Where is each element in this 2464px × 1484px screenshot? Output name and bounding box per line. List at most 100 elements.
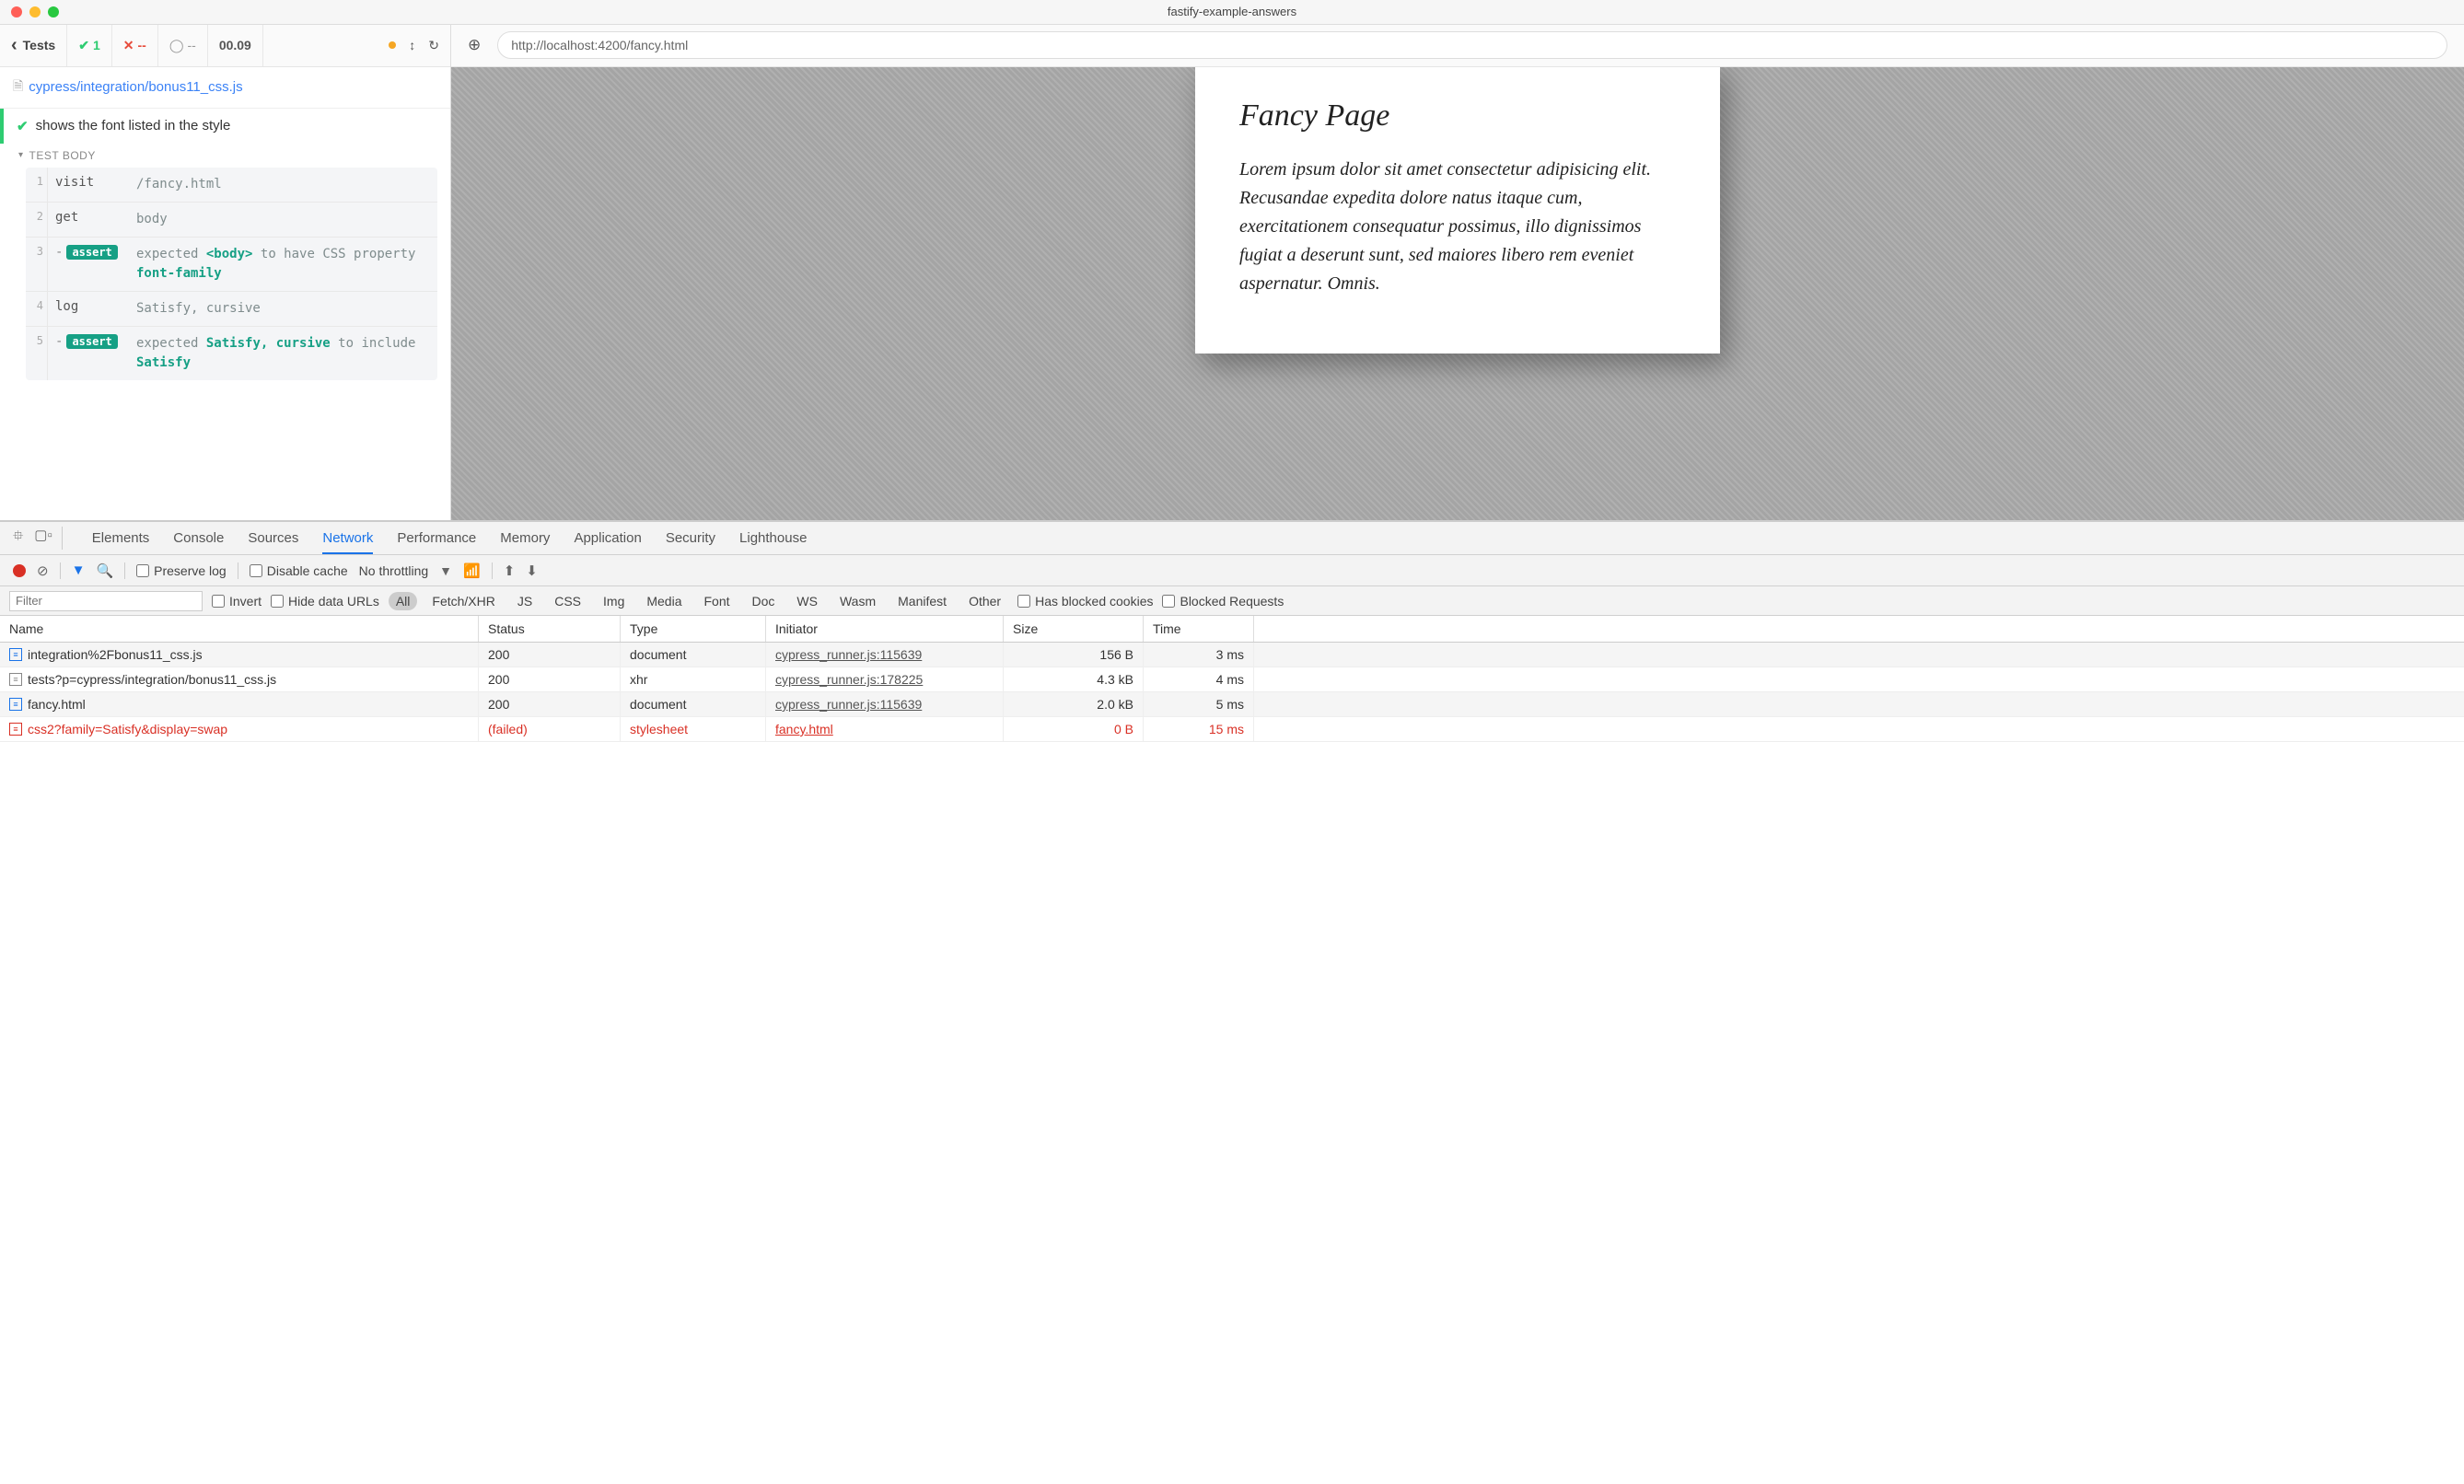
test-body-toggle[interactable]: TEST BODY [0,144,450,168]
type-filter-img[interactable]: Img [596,592,632,610]
resource-status: (failed) [479,717,621,741]
type-filter-manifest[interactable]: Manifest [890,592,954,610]
type-filter-js[interactable]: JS [510,592,540,610]
tests-back-button[interactable]: Tests [0,25,67,66]
tab-console[interactable]: Console [173,530,224,546]
command-number: 1 [26,168,48,202]
export-har-icon[interactable]: ⬇ [526,562,538,579]
col-size[interactable]: Size [1004,616,1144,642]
resource-icon: ≡ [9,648,22,661]
type-filter-all[interactable]: All [389,592,418,610]
throttling-dropdown-icon[interactable]: ▼ [439,563,452,578]
tab-application[interactable]: Application [574,530,641,546]
command-name: get [48,203,127,237]
type-filter-media[interactable]: Media [639,592,689,610]
check-icon: ✔ [17,118,29,134]
preview-header: ⊕ http://localhost:4200/fancy.html [451,25,2464,67]
tests-label: Tests [23,38,56,52]
initiator-link[interactable]: cypress_runner.js:115639 [775,697,922,712]
check-icon: ✔ [78,38,89,53]
circle-icon: ◯ [169,38,184,53]
network-table-header: Name Status Type Initiator Size Time [0,616,2464,643]
type-filter-css[interactable]: CSS [547,592,588,610]
resource-icon: ≡ [9,723,22,736]
blocked-requests-checkbox[interactable]: Blocked Requests [1162,594,1284,609]
resource-name: fancy.html [28,697,86,712]
command-message: /fancy.html [127,168,437,202]
filter-toggle-icon[interactable]: ▼ [72,562,86,578]
command-message: body [127,203,437,237]
network-row[interactable]: ≡ css2?family=Satisfy&display=swap (faile… [0,717,2464,742]
command-row[interactable]: 2 get body [26,203,437,238]
command-log: 1 visit /fancy.html2 get body3 -assert e… [26,168,437,380]
command-row[interactable]: 3 -assert expected <body> to have CSS pr… [26,238,437,292]
inspect-element-icon[interactable]: ⯐ [13,527,23,550]
tab-elements[interactable]: Elements [92,530,150,546]
spec-file-path[interactable]: cypress/integration/bonus11_css.js [29,79,242,95]
type-filter-ws[interactable]: WS [789,592,825,610]
col-name[interactable]: Name [0,616,479,642]
type-filter-fetchxhr[interactable]: Fetch/XHR [424,592,502,610]
test-title-row[interactable]: ✔ shows the font listed in the style [0,109,450,144]
tab-sources[interactable]: Sources [248,530,298,546]
type-filter-other[interactable]: Other [961,592,1008,610]
initiator-link[interactable]: cypress_runner.js:178225 [775,672,923,687]
command-row[interactable]: 5 -assert expected Satisfy, cursive to i… [26,327,437,380]
tab-memory[interactable]: Memory [500,530,550,546]
resource-status: 200 [479,692,621,716]
initiator-link[interactable]: cypress_runner.js:115639 [775,647,922,662]
type-filter-wasm[interactable]: Wasm [832,592,883,610]
network-row[interactable]: ≡integration%2Fbonus11_css.js 200 docume… [0,643,2464,667]
network-row[interactable]: ≡fancy.html 200 document cypress_runner.… [0,692,2464,717]
type-filter-doc[interactable]: Doc [745,592,783,610]
minimize-window-button[interactable] [29,6,41,17]
restart-button[interactable]: ↻ [428,38,439,53]
clear-button[interactable]: ⊘ [37,562,49,579]
col-status[interactable]: Status [479,616,621,642]
initiator-link[interactable]: fancy.html [775,722,833,736]
invert-checkbox[interactable]: Invert [212,594,262,609]
search-icon[interactable]: 🔍 [96,562,113,579]
col-initiator[interactable]: Initiator [766,616,1004,642]
command-number: 4 [26,292,48,326]
test-name: shows the font listed in the style [36,118,231,133]
tab-lighthouse[interactable]: Lighthouse [739,530,807,546]
hide-data-urls-checkbox[interactable]: Hide data URLs [271,594,379,609]
throttling-select[interactable]: No throttling [359,563,428,578]
auto-scroll-icon[interactable]: ↕ [409,38,415,52]
window-titlebar: fastify-example-answers [0,0,2464,25]
command-row[interactable]: 4 log Satisfy, cursive [26,292,437,327]
cypress-reporter: Tests ✔ 1 ✕ -- ◯ -- 00.09 ↕ ↻ [0,25,451,520]
tab-performance[interactable]: Performance [397,530,476,546]
selector-playground-icon[interactable]: ⊕ [468,36,481,54]
window-title: fastify-example-answers [1168,5,1296,18]
maximize-window-button[interactable] [48,6,59,17]
has-blocked-cookies-checkbox[interactable]: Has blocked cookies [1017,594,1153,609]
preserve-log-checkbox[interactable]: Preserve log [136,563,227,578]
col-time[interactable]: Time [1144,616,1254,642]
col-type[interactable]: Type [621,616,766,642]
resource-size: 4.3 kB [1004,667,1144,691]
app-preview-pane: ⊕ http://localhost:4200/fancy.html Fancy… [451,25,2464,520]
import-har-icon[interactable]: ⬆ [504,562,516,579]
command-number: 2 [26,203,48,237]
disable-cache-checkbox[interactable]: Disable cache [250,563,348,578]
network-table: Name Status Type Initiator Size Time ≡in… [0,616,2464,742]
spec-file-link[interactable]: 🗎 cypress/integration/bonus11_css.js [0,67,450,109]
url-bar[interactable]: http://localhost:4200/fancy.html [497,31,2447,59]
devtools-tabs: ⯐ ▢▫ Elements Console Sources Network Perfor… [0,522,2464,555]
filter-input[interactable] [9,591,203,611]
command-number: 3 [26,238,48,291]
device-toggle-icon[interactable]: ▢▫ [34,527,52,550]
tab-security[interactable]: Security [666,530,715,546]
resource-name: css2?family=Satisfy&display=swap [28,722,227,736]
network-row[interactable]: ≡tests?p=cypress/integration/bonus11_css… [0,667,2464,692]
type-filter-font[interactable]: Font [697,592,738,610]
tab-network[interactable]: Network [322,530,373,546]
duration: 00.09 [208,25,263,66]
close-window-button[interactable] [11,6,22,17]
command-row[interactable]: 1 visit /fancy.html [26,168,437,203]
command-name: -assert [48,327,127,380]
network-conditions-icon[interactable]: 📶 [463,562,481,579]
record-button[interactable] [13,564,26,577]
